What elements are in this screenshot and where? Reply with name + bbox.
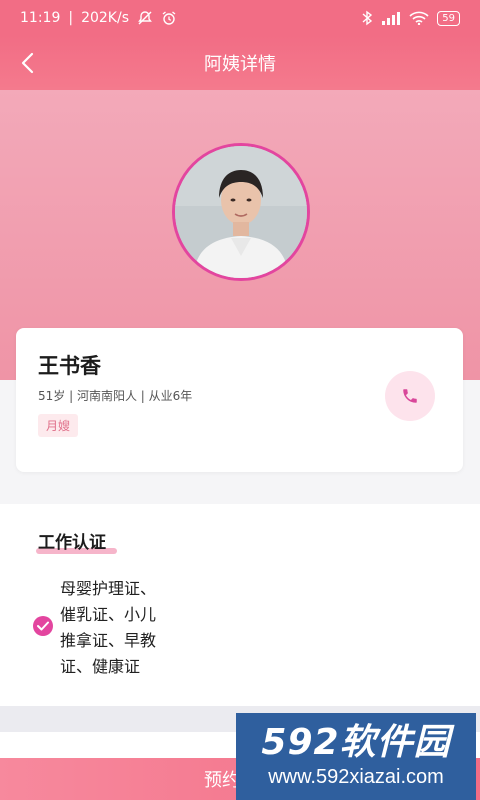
certification-list: 母婴护理证、催乳证、小儿推拿证、早教证、健康证 xyxy=(60,579,157,676)
call-button[interactable] xyxy=(385,371,435,421)
section-title: 工作认证 xyxy=(38,533,106,553)
avatar xyxy=(172,143,310,281)
nav-bar: 阿姨详情 xyxy=(0,36,480,90)
nanny-info: 51岁 | 河南南阳人 | 从业6年 xyxy=(38,389,193,403)
network-speed: 202K/s xyxy=(81,10,129,26)
mute-notification-icon xyxy=(137,10,153,26)
signal-icon xyxy=(381,11,401,25)
bluetooth-icon xyxy=(361,10,373,26)
watermark-logo: 592软件园 www.592xiazai.com xyxy=(236,713,476,800)
status-divider: | xyxy=(68,10,74,26)
battery-indicator: 59 xyxy=(437,10,460,26)
watermark-brand: 592软件园 xyxy=(261,721,451,763)
alarm-icon xyxy=(161,10,177,26)
wifi-icon xyxy=(409,11,429,25)
status-time: 11:19 xyxy=(20,10,61,26)
service-type-tag: 月嫂 xyxy=(38,414,79,437)
check-icon xyxy=(33,616,53,636)
nanny-name: 王书香 xyxy=(38,354,101,378)
chevron-left-icon xyxy=(21,52,34,74)
page-title: 阿姨详情 xyxy=(204,54,276,75)
back-button[interactable] xyxy=(12,48,42,78)
status-bar: 11:19 | 202K/s 59 xyxy=(0,0,480,36)
phone-icon xyxy=(403,389,417,403)
watermark-url: www.592xiazai.com xyxy=(268,765,444,788)
certification-section: 工作认证 母婴护理证、催乳证、小儿推拿证、早教证、健康证 xyxy=(0,504,480,706)
profile-card: 王书香 51岁 | 河南南阳人 | 从业6年 月嫂 xyxy=(16,328,463,472)
